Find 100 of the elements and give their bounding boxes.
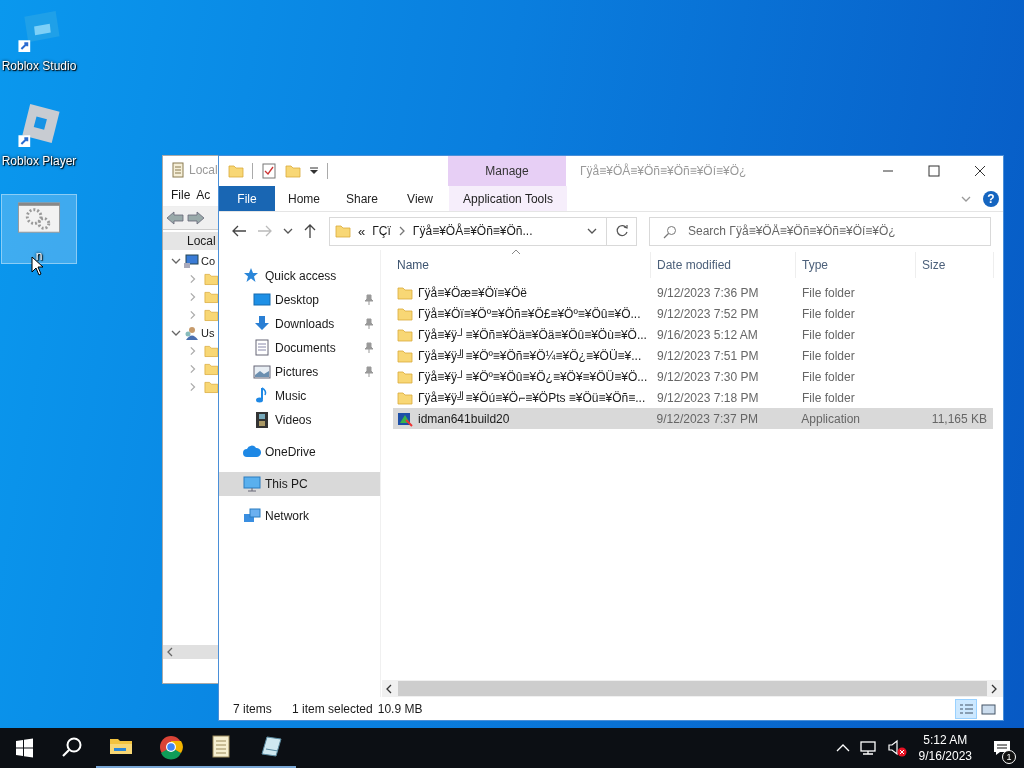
back-arrow-icon[interactable] [231, 224, 247, 238]
clock-time[interactable]: 5:12 AM [923, 732, 968, 748]
network-icon [243, 507, 261, 525]
scrollbar-thumb[interactable] [398, 681, 987, 696]
file-menu-tab[interactable]: File [219, 186, 275, 211]
folder-icon [397, 326, 413, 343]
file-row[interactable]: Γÿå≡¥ÿ╝≡¥Öº≡¥Öñ≡¥Ö¼≡¥Ö¿≡¥ÖÜ≡¥... 9/12/2023 7:51 PM File folder [393, 345, 993, 366]
file-row[interactable]: Γÿå≡¥ÿ┘≡¥Öñ≡¥Öä≡¥Öä≡¥Öû≡¥Öù≡¥Ö... 9/16/2023 5:12 AM File folder [393, 324, 993, 345]
desktop-icon-label: Roblox Player [1, 154, 77, 168]
folder-icon [397, 284, 413, 301]
menu-item[interactable]: Ac [196, 188, 211, 202]
nav-item[interactable]: Videos [219, 408, 380, 432]
refresh-icon [614, 224, 629, 238]
window-title: Γÿå≡¥ÖÅ≡¥Öñ≡¥Öñ≡¥Öí≡¥Ö¿ [579, 162, 747, 180]
properties-icon[interactable] [261, 163, 277, 179]
nav-item[interactable]: Downloads [219, 312, 380, 336]
breadcrumb-item[interactable]: ΓÇï [372, 224, 391, 238]
application-icon [397, 410, 413, 427]
file-name: Γÿå≡¥ÿ┘≡¥Öñ≡¥Öä≡¥Öä≡¥Öû≡¥Öù≡¥Ö... [418, 327, 647, 342]
date-cell-text: 9/12/2023 7:36 PM [656, 285, 760, 300]
collapse-chevron-icon[interactable] [171, 256, 181, 266]
file-row[interactable]: Γÿå≡¥Öï≡¥Öº≡¥Öñ≡¥Ö£≡¥Öº≡¥Öû≡¥Ö... 9/12/2023 7:52 PM File folder [393, 303, 993, 324]
menu-item[interactable]: File [171, 188, 191, 202]
up-arrow-icon[interactable] [303, 223, 317, 239]
file-name: Γÿå≡¥ÿ╝≡¥Öº≡¥Öñ≡¥Ö¼≡¥Ö¿≡¥ÖÜ≡¥... [418, 348, 642, 363]
ribbon-tab[interactable]: Share [333, 186, 391, 211]
size-cell-text: 11,165 KB [930, 411, 988, 426]
file-name: idman641build20 [418, 411, 510, 426]
show-hidden-icons-icon[interactable] [834, 742, 851, 754]
refresh-button[interactable] [607, 216, 637, 246]
file-row[interactable]: idman641build20 9/12/2023 7:37 PM Application 11,165 KB [393, 408, 993, 429]
date-cell-text: 9/12/2023 7:51 PM [656, 348, 760, 363]
player-app-icon [16, 102, 62, 147]
selection-size: 10.9 MB [377, 701, 423, 716]
volume-muted-icon[interactable] [886, 739, 907, 757]
column-header[interactable]: Date modified [651, 252, 796, 278]
notification-count-badge: 1 [1002, 750, 1016, 764]
nav-item[interactable]: Pictures [219, 360, 380, 384]
computer-icon [243, 475, 261, 493]
desktop-icon-label: Roblox Studio [1, 59, 77, 73]
customize-dropdown-icon[interactable] [309, 166, 319, 176]
file-row[interactable]: Γÿå≡¥ÿ╝≡¥Öú≡¥Ö⌐≡¥ÖPts ≡¥Öü≡¥Öñ≡... 9/12/2023 7:18 PM File folder [393, 387, 993, 408]
address-dropdown-icon[interactable] [587, 226, 599, 236]
item-count: 7 items [233, 701, 273, 716]
nav-item[interactable]: Documents [219, 336, 380, 360]
recent-locations-icon[interactable] [283, 226, 293, 236]
tree-item[interactable]: Co [201, 255, 216, 267]
desktop-icon [253, 291, 271, 309]
clock-date[interactable]: 9/16/2023 [918, 748, 972, 764]
folder-icon [335, 223, 351, 239]
breadcrumb-item[interactable]: Γÿå≡¥ÖÅ≡¥Öñ≡¥Öñ... [412, 224, 533, 238]
ribbon-tab[interactable]: Application Tools [449, 186, 567, 211]
nav-item[interactable]: Network [219, 504, 380, 528]
selection-count: 1 item selected [292, 701, 373, 716]
file-name: Γÿå≡¥ÿ┘≡¥Öº≡¥Öû≡¥Ö¿≡¥Ö¥≡¥ÖÜ≡¥Ö... [418, 369, 648, 384]
type-cell-text: File folder [801, 369, 856, 384]
file-row[interactable]: Γÿå≡¥Öæ≡¥Öï≡¥Öë 9/12/2023 7:36 PM File folder [393, 282, 993, 303]
details-view-button[interactable] [955, 698, 977, 719]
file-name: Γÿå≡¥Öæ≡¥Öï≡¥Öë [418, 285, 527, 300]
breadcrumb-separator-icon [397, 226, 406, 236]
document-icon [253, 339, 271, 357]
overflow-chevron[interactable]: « [358, 223, 366, 239]
folder-icon [397, 347, 413, 364]
date-cell-text: 9/12/2023 7:52 PM [656, 306, 760, 321]
film-strip-icon [253, 411, 271, 429]
tree-root-item[interactable]: Local [163, 232, 219, 250]
notifications-button[interactable]: 1 [980, 728, 1024, 768]
computer-icon [183, 253, 199, 269]
file-row[interactable]: Γÿå≡¥ÿ┘≡¥Öº≡¥Öû≡¥Ö¿≡¥Ö¥≡¥ÖÜ≡¥Ö... 9/12/2023 7:30 PM File folder [393, 366, 993, 387]
nav-item[interactable]: This PC [219, 472, 380, 496]
nav-item[interactable]: Quick access [219, 264, 380, 288]
picture-icon [253, 363, 271, 381]
window-view-icon [979, 701, 997, 716]
sort-ascending-icon [510, 249, 521, 255]
network-icon[interactable] [858, 740, 879, 756]
date-cell-text: 9/12/2023 7:30 PM [656, 369, 760, 384]
horizontal-scrollbar[interactable] [163, 645, 219, 659]
type-cell-text: Application [800, 411, 862, 426]
nav-item[interactable]: OneDrive [219, 440, 380, 464]
address-bar[interactable]: « ΓÇï Γÿå≡¥ÖÅ≡¥Öñ≡¥Öñ... [329, 216, 607, 246]
column-header[interactable]: Name [381, 252, 651, 278]
help-button[interactable]: ? [983, 190, 999, 207]
type-cell-text: File folder [801, 390, 856, 405]
nav-item[interactable]: Desktop [219, 288, 380, 312]
type-cell-text: File folder [801, 285, 856, 300]
tree-item[interactable]: Us [201, 327, 215, 339]
date-cell-text: 9/16/2023 5:12 AM [656, 327, 759, 342]
column-header[interactable]: Type [796, 252, 916, 278]
ribbon-tab[interactable]: Home [275, 186, 333, 211]
download-arrow-icon [253, 315, 271, 333]
search-field[interactable]: Search Γÿå≡¥ÖÅ≡¥Öñ≡¥Öñ≡¥Öí≡¥Ö¿ [649, 216, 991, 246]
horizontal-scrollbar[interactable] [382, 680, 1003, 697]
nav-item[interactable]: Music [219, 384, 380, 408]
column-header[interactable]: Size [916, 252, 994, 278]
ribbon-tab[interactable]: View [391, 186, 449, 211]
type-cell-text: File folder [801, 348, 856, 363]
collapse-chevron-icon[interactable] [171, 328, 181, 338]
folder-icon [397, 389, 413, 406]
forward-arrow-icon[interactable] [187, 211, 205, 225]
window-title: Local [189, 163, 218, 177]
